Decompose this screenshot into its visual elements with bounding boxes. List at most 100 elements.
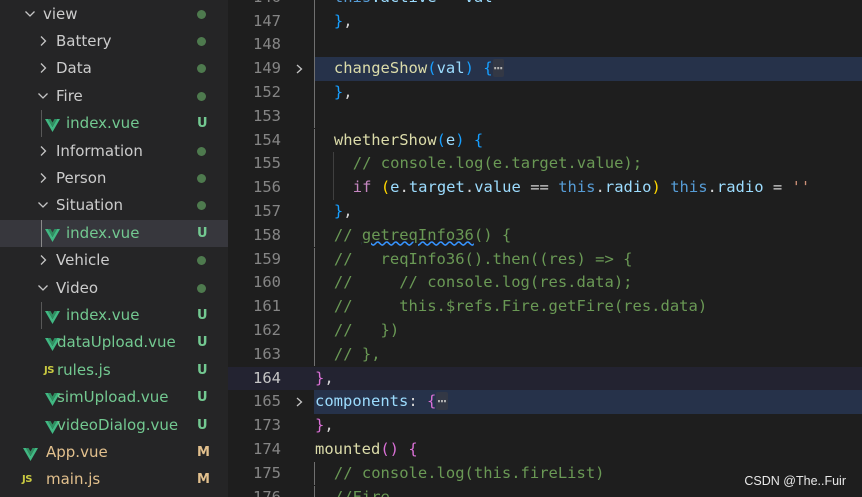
- folder-row[interactable]: view: [0, 1, 228, 28]
- code-token: radio: [604, 178, 652, 197]
- git-status-badge: U: [197, 417, 208, 433]
- chevron-down-icon[interactable]: [35, 279, 51, 297]
- code-line[interactable]: 147},: [228, 9, 862, 34]
- code-text: // console.log(this.fireList): [334, 462, 605, 486]
- line-number: 158: [253, 225, 281, 244]
- folder-row[interactable]: Situation: [0, 192, 228, 219]
- vue-file-icon: [23, 446, 38, 461]
- file-row[interactable]: index.vue U: [0, 301, 228, 330]
- chevron-down-icon[interactable]: [35, 196, 51, 214]
- code-line[interactable]: 156 if (e.target.value == this.radio) thi…: [228, 176, 862, 200]
- file-row[interactable]: JS main.js M: [0, 466, 228, 493]
- chevron-right-icon[interactable]: [35, 59, 51, 77]
- code-line[interactable]: 152},: [228, 80, 862, 105]
- code-token: getreqInfo36: [361, 225, 474, 244]
- file-row[interactable]: index.vue U: [0, 219, 228, 248]
- indent-guide: [41, 301, 42, 330]
- code-token: e: [445, 130, 456, 149]
- code-text: },: [334, 81, 353, 105]
- folder-row[interactable]: Data: [0, 55, 228, 82]
- folder-row[interactable]: Information: [0, 138, 228, 165]
- tree-item-label: index.vue: [66, 223, 140, 242]
- indent-guide: [314, 152, 315, 177]
- code-line[interactable]: 146 this.active = val: [228, 0, 862, 10]
- folder-row[interactable]: Battery: [0, 28, 228, 55]
- tree-item-label: videoDialog.vue: [57, 415, 179, 434]
- code-line[interactable]: 160 // // console.log(res.data);: [228, 271, 862, 296]
- folder-row[interactable]: Person: [0, 165, 228, 192]
- code-token: =: [763, 178, 792, 197]
- indent-guide: [332, 176, 334, 200]
- git-change-dot: [197, 283, 206, 293]
- code-line[interactable]: 174 mounted() {: [228, 438, 862, 462]
- code-text: },: [315, 414, 334, 438]
- code-line[interactable]: 165 components: {⋯: [228, 390, 862, 415]
- code-line[interactable]: 149 changeShow(val) {⋯: [228, 57, 862, 81]
- file-row[interactable]: App.vue M: [0, 439, 228, 466]
- code-line[interactable]: 164},: [228, 366, 862, 391]
- code-token: ): [464, 59, 474, 78]
- git-status-badge: U: [197, 116, 208, 132]
- code-line[interactable]: 154 whetherShow(e) {: [228, 128, 862, 153]
- line-number: 149: [253, 59, 281, 78]
- code-token: .: [707, 178, 717, 197]
- code-line[interactable]: 153: [228, 104, 862, 129]
- file-row[interactable]: simUpload.vue U: [0, 384, 228, 411]
- code-token: }: [333, 11, 344, 30]
- code-token: (: [380, 178, 391, 197]
- code-editor[interactable]: 146this.active = val147},148149changeSho…: [228, 0, 862, 497]
- code-text: whetherShow(e) {: [334, 129, 483, 153]
- code-token: .: [595, 178, 605, 197]
- code-line[interactable]: 162 // }): [228, 318, 862, 343]
- indent-guide: [314, 33, 315, 58]
- code-line[interactable]: 155 // console.log(e.target.value);: [228, 152, 862, 177]
- git-status-badge: U: [197, 390, 208, 406]
- chevron-down-icon[interactable]: [22, 5, 38, 23]
- code-line[interactable]: 161 // this.$refs.Fire.getFire(res.data): [228, 295, 862, 319]
- folder-row[interactable]: Fire: [0, 83, 228, 110]
- chevron-right-icon[interactable]: [35, 142, 51, 160]
- vue-file-icon: [45, 117, 60, 133]
- code-line[interactable]: 173},: [228, 414, 862, 438]
- tree-item-label: Situation: [56, 196, 124, 215]
- fold-chevron-icon[interactable]: [292, 394, 306, 410]
- folder-row[interactable]: Vehicle: [0, 247, 228, 274]
- file-row[interactable]: JS rules.js U: [0, 357, 228, 384]
- chevron-right-icon[interactable]: [35, 32, 51, 50]
- code-token: //: [333, 225, 362, 244]
- folder-row[interactable]: Video: [0, 275, 228, 302]
- js-file-icon: JS: [22, 474, 32, 486]
- code-line[interactable]: 158 // getreqInfo36() {: [228, 223, 862, 248]
- code-token: components: [315, 392, 409, 411]
- line-number: 164: [253, 368, 281, 387]
- git-change-dot: [197, 91, 206, 101]
- file-row[interactable]: videoDialog.vue U: [0, 412, 228, 439]
- indent-guide: [41, 219, 42, 248]
- git-status-badge: U: [197, 335, 208, 351]
- line-number: 176: [253, 487, 281, 497]
- code-line[interactable]: 148: [228, 33, 862, 58]
- fold-chevron-icon[interactable]: [292, 61, 306, 77]
- indent-guide: [314, 80, 315, 105]
- chevron-right-icon[interactable]: [35, 169, 51, 187]
- indent-guide: [314, 128, 315, 153]
- line-number: 147: [253, 11, 281, 30]
- git-change-dot: [197, 146, 206, 156]
- code-line[interactable]: 163 // },: [228, 342, 862, 367]
- code-token: {: [483, 59, 493, 78]
- chevron-down-icon[interactable]: [35, 87, 51, 105]
- line-number: 161: [253, 297, 281, 316]
- code-line[interactable]: 159 // reqInfo36().then((res) => {: [228, 247, 862, 272]
- code-text: // this.$refs.Fire.getFire(res.data): [334, 295, 707, 319]
- file-row[interactable]: index.vue U: [0, 110, 228, 138]
- code-token: e: [390, 178, 400, 197]
- file-row[interactable]: dataUpload.vue U: [0, 329, 228, 356]
- line-number: 160: [253, 273, 281, 292]
- code-line[interactable]: 157},: [228, 199, 862, 224]
- chevron-right-icon[interactable]: [35, 251, 51, 269]
- tree-item-label: index.vue: [66, 114, 140, 133]
- code-token: radio: [716, 178, 764, 197]
- code-text: //Fire: [334, 486, 390, 497]
